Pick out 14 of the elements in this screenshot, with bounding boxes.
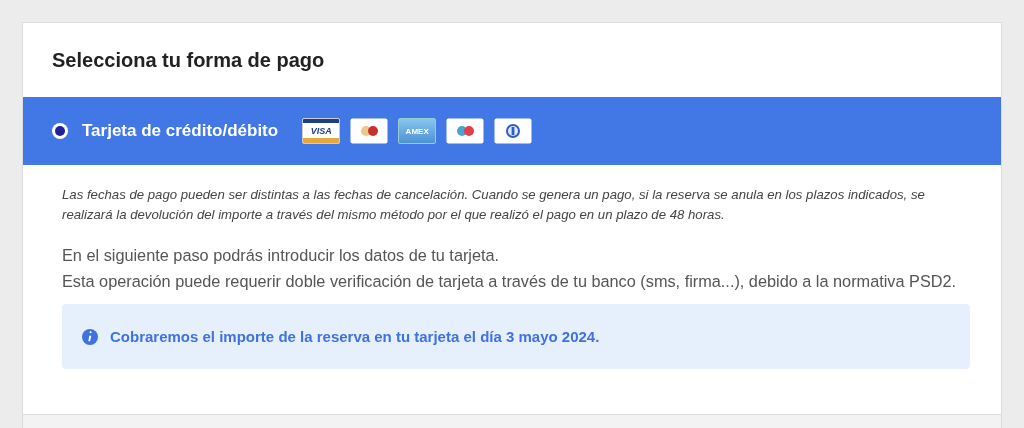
info-icon bbox=[82, 328, 98, 345]
notice-text: Las fechas de pago pueden ser distintas a las fechas de cancelación. Cuando se genera un pago, si la reserva se anula en los plazos indicados, se realizará la devolución del importe a través del mismo método por el que realizó el pago en un plazo de 48 horas. bbox=[62, 186, 926, 224]
section-title: Selecciona tu forma de pago bbox=[52, 48, 325, 72]
radio-button[interactable] bbox=[52, 123, 68, 139]
info-paragraph: En el siguiente paso podrás introducir los datos de tu tarjeta. bbox=[62, 245, 501, 266]
option-label: Tarjeta de crédito/débito bbox=[82, 121, 279, 141]
card-logo-icon: AMEX bbox=[398, 118, 437, 144]
payment-option-bar[interactable]: Tarjeta de crédito/débito VISA AMEX bbox=[23, 97, 1001, 165]
card-logo-icon: VISA bbox=[302, 118, 341, 144]
card-logo-icon bbox=[350, 118, 389, 144]
card-logo-icon bbox=[446, 118, 485, 144]
card-logo-icon bbox=[494, 118, 533, 144]
info-paragraph: Esta operación puede requerir doble verificación de tarjeta a través de tu banco (sms, firma...), debido a la normativa PSD2. bbox=[62, 271, 958, 292]
info-message: Cobraremos el importe de la reserva en tu tarjeta el día 3 mayo 2024. bbox=[110, 328, 600, 345]
